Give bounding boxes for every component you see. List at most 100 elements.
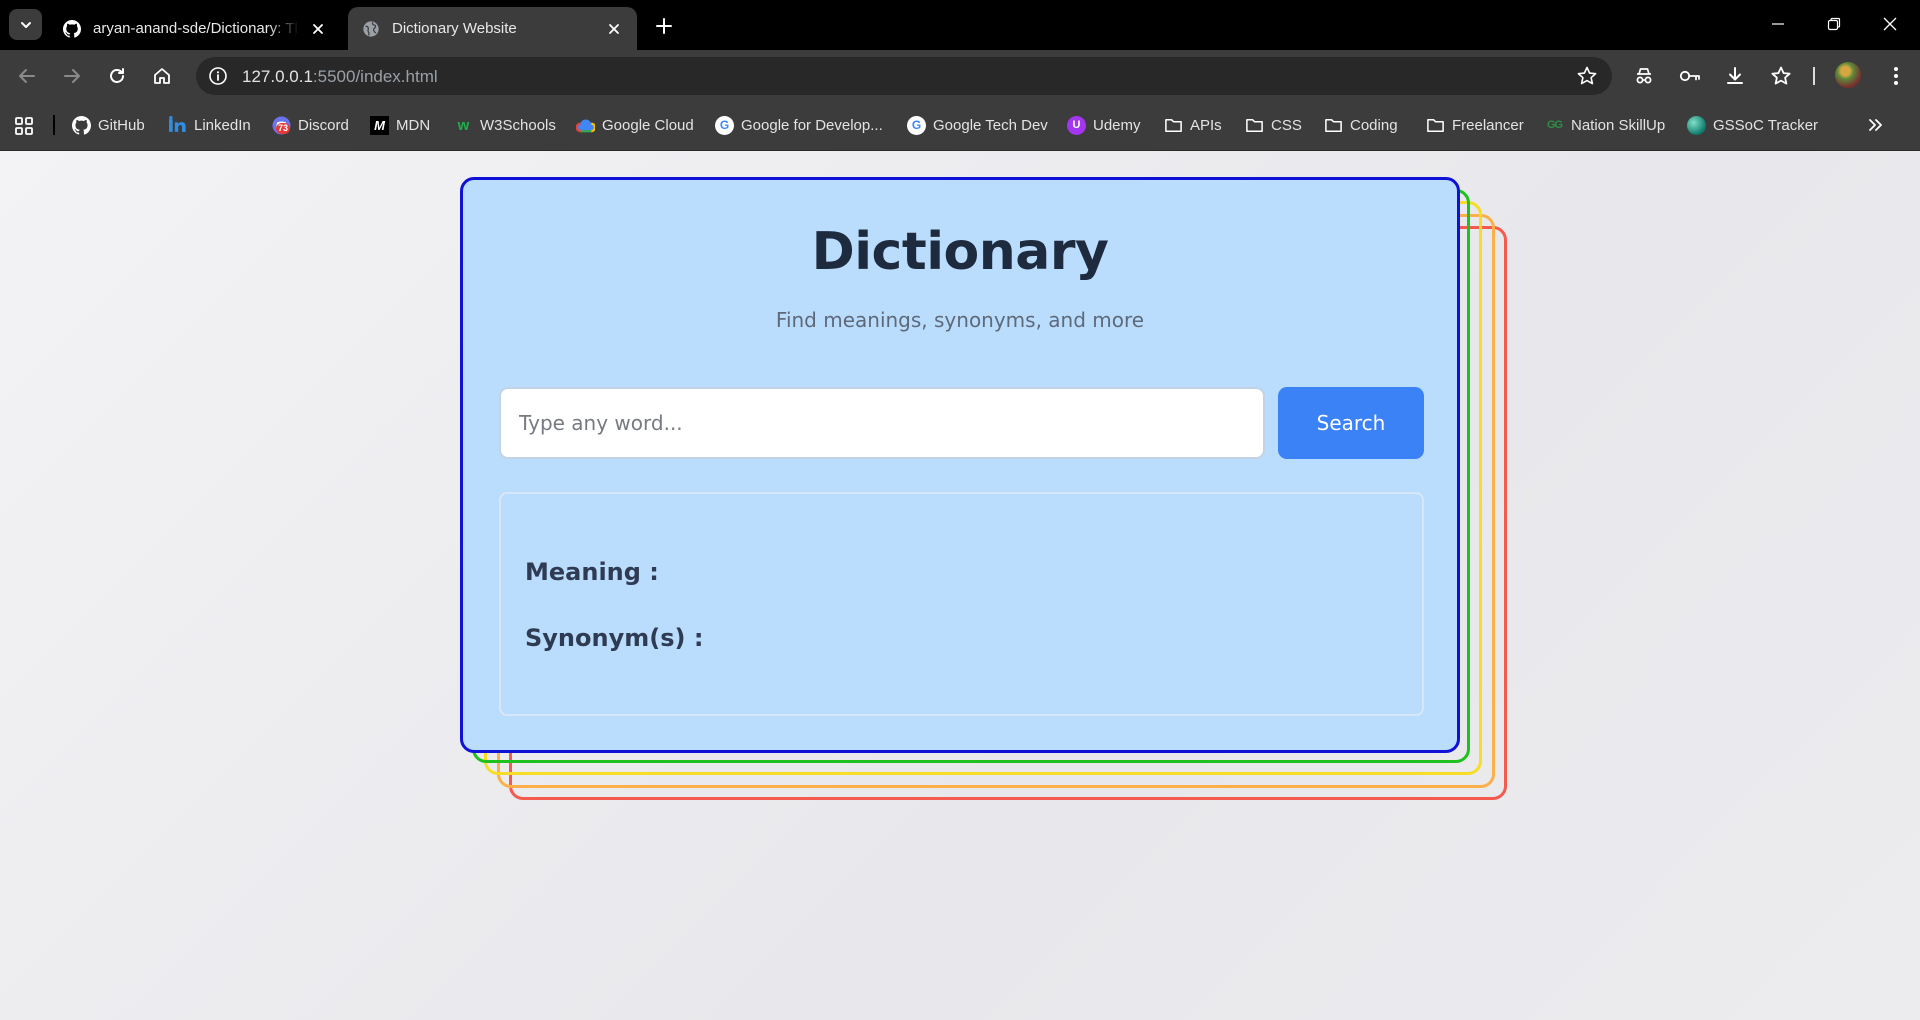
bookmarks-bar: GitHub LinkedIn 73 Discord M MDN w W3Sch… xyxy=(0,100,1920,151)
word-search-input[interactable] xyxy=(499,387,1265,459)
udemy-icon: U xyxy=(1067,115,1086,135)
tab-search-button[interactable] xyxy=(9,9,42,40)
plus-icon xyxy=(656,18,672,34)
w3schools-icon: w xyxy=(457,116,470,134)
bookmark-folder-freelancer[interactable]: Freelancer xyxy=(1426,114,1524,136)
folder-icon xyxy=(1165,118,1182,132)
bookmark-mdn[interactable]: M MDN xyxy=(370,114,430,136)
mdn-icon: M xyxy=(370,115,389,135)
profile-avatar[interactable] xyxy=(1835,62,1861,88)
discord-badge: 73 xyxy=(276,122,291,134)
home-button[interactable] xyxy=(148,62,176,90)
url-path: :5500/index.html xyxy=(312,67,438,86)
bookmark-gssoc-tracker[interactable]: GSSoC Tracker xyxy=(1687,114,1818,136)
incognito-button[interactable] xyxy=(1630,62,1658,90)
arrow-left-icon xyxy=(19,69,35,83)
bookmark-label: LinkedIn xyxy=(194,116,251,134)
kebab-menu-icon xyxy=(1894,67,1898,85)
bookmark-google-tech-dev[interactable]: G Google Tech Dev xyxy=(907,114,1048,136)
arrow-right-icon xyxy=(64,69,80,83)
bookmark-linkedin[interactable]: LinkedIn xyxy=(168,114,251,136)
bookmark-label: APIs xyxy=(1190,116,1222,134)
synonyms-label: Synonym(s) : xyxy=(525,624,704,652)
bookmark-label: MDN xyxy=(396,116,431,134)
close-window-button[interactable] xyxy=(1877,11,1903,37)
tab-close-button[interactable] xyxy=(309,20,327,38)
bookmark-star-icon[interactable] xyxy=(1576,65,1598,87)
globe-icon xyxy=(1687,115,1706,135)
download-icon xyxy=(1727,67,1743,84)
reload-icon xyxy=(110,68,124,83)
tab-strip: aryan-anand-sde/Dictionary: This Diction… xyxy=(0,0,1920,50)
folder-icon xyxy=(1246,118,1263,132)
search-button[interactable]: Search xyxy=(1278,387,1424,459)
tab-github-dictionary[interactable]: aryan-anand-sde/Dictionary: This xyxy=(49,7,341,50)
bookmark-label: Google Cloud xyxy=(602,116,694,134)
chevron-double-right-icon[interactable] xyxy=(1864,114,1886,136)
bookmark-label: W3Schools xyxy=(480,116,556,134)
bookmark-label: GitHub xyxy=(98,116,145,134)
bookmark-discord[interactable]: 73 Discord xyxy=(272,114,349,136)
passwords-button[interactable] xyxy=(1676,62,1704,90)
globe-icon xyxy=(363,20,379,37)
restore-button[interactable] xyxy=(1821,11,1847,37)
tab-close-button[interactable] xyxy=(605,20,623,38)
geeksforgeeks-icon: GG xyxy=(1546,119,1563,131)
page-subtitle: Find meanings, synonyms, and more xyxy=(775,308,1145,332)
bookmark-w3schools[interactable]: w W3Schools xyxy=(454,114,556,136)
downloads-button[interactable] xyxy=(1721,62,1749,90)
github-icon xyxy=(63,19,81,38)
bookmark-label: CSS xyxy=(1271,116,1302,134)
bookmark-folder-apis[interactable]: APIs xyxy=(1164,114,1222,136)
forward-button[interactable] xyxy=(58,62,86,90)
result-panel: Meaning : Synonym(s) : xyxy=(499,492,1424,716)
close-icon xyxy=(1883,17,1897,31)
reload-button[interactable] xyxy=(103,62,131,90)
site-info-icon[interactable] xyxy=(208,66,228,86)
folder-icon xyxy=(1325,118,1342,132)
bookmark-nation-skillup[interactable]: GG Nation SkillUp xyxy=(1545,114,1665,136)
star-list-icon xyxy=(1771,66,1791,85)
google-cloud-icon xyxy=(576,119,595,132)
tab-title: aryan-anand-sde/Dictionary: This xyxy=(93,20,299,37)
page-title: Dictionary xyxy=(811,222,1109,282)
bookmark-label: Google for Develop... xyxy=(741,116,883,134)
address-bar[interactable]: 127.0.0.1:5500/index.html xyxy=(196,57,1612,95)
toolbar-divider xyxy=(1813,67,1815,85)
tab-title: Dictionary Website xyxy=(392,20,517,37)
bookmark-google-for-developers[interactable]: G Google for Develop... xyxy=(715,114,883,136)
restore-icon xyxy=(1827,17,1841,31)
folder-icon xyxy=(1427,118,1444,132)
tab-dictionary-website[interactable]: Dictionary Website xyxy=(348,7,637,50)
google-icon: G xyxy=(907,115,926,135)
back-button[interactable] xyxy=(13,62,41,90)
apps-grid-icon[interactable] xyxy=(14,116,34,136)
new-tab-button[interactable] xyxy=(652,14,676,38)
bookmark-label: Google Tech Dev xyxy=(933,116,1048,134)
bookmarks-manager-button[interactable] xyxy=(1767,62,1795,90)
chevron-down-icon xyxy=(20,21,31,28)
minimize-icon xyxy=(1772,23,1784,25)
bookmark-google-cloud[interactable]: Google Cloud xyxy=(576,114,694,136)
bookmark-folder-coding[interactable]: Coding xyxy=(1324,114,1398,136)
bookmark-label: Nation SkillUp xyxy=(1571,116,1666,134)
close-icon xyxy=(313,23,323,34)
meaning-label: Meaning : xyxy=(525,558,659,586)
bookmark-github[interactable]: GitHub xyxy=(72,114,145,136)
bookmark-label: Udemy xyxy=(1093,116,1141,134)
bookmark-folder-css[interactable]: CSS xyxy=(1245,114,1302,136)
bookmark-udemy[interactable]: U Udemy xyxy=(1067,114,1141,136)
browser-toolbar: 127.0.0.1:5500/index.html xyxy=(0,50,1920,100)
bookmark-label: Freelancer xyxy=(1452,116,1524,134)
bookmarks-separator xyxy=(53,115,55,135)
bookmark-label: Coding xyxy=(1350,116,1398,134)
url-host: 127.0.0.1 xyxy=(242,67,313,86)
incognito-icon xyxy=(1636,68,1652,84)
linkedin-icon xyxy=(169,115,186,132)
key-icon xyxy=(1679,70,1700,82)
browser-menu-button[interactable] xyxy=(1882,62,1910,90)
minimize-button[interactable] xyxy=(1765,11,1791,37)
url-text: 127.0.0.1:5500/index.html xyxy=(242,67,438,87)
home-icon xyxy=(154,68,170,84)
page-viewport: Dictionary Find meanings, synonyms, and … xyxy=(0,151,1920,1020)
